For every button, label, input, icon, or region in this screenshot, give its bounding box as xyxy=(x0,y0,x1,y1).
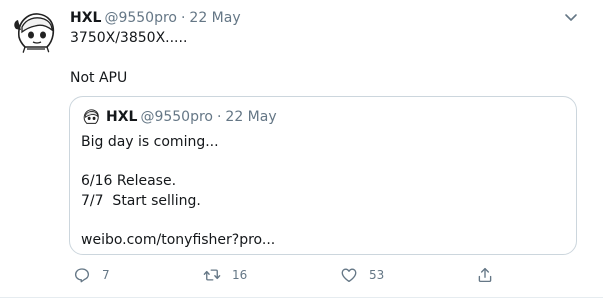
author-handle[interactable]: @9550pro xyxy=(104,10,177,26)
header-separator: · xyxy=(180,10,186,26)
quoted-date: 22 May xyxy=(225,109,277,125)
avatar-anime-girl-icon xyxy=(11,7,60,56)
quoted-text-line: Big day is coming... xyxy=(81,134,219,150)
quoted-tweet[interactable]: HXL @9550pro · 22 May Big day is coming... … xyxy=(69,96,577,255)
like-button[interactable]: 53 xyxy=(340,265,384,285)
share-button[interactable] xyxy=(476,265,494,285)
quoted-author-name: HXL xyxy=(106,109,138,125)
tweet-date[interactable]: 22 May xyxy=(189,10,240,26)
author-name[interactable]: HXL xyxy=(70,10,101,26)
quoted-link[interactable]: weibo.com/tonyfisher?pro... xyxy=(81,231,561,251)
tweet-text-line xyxy=(70,48,570,68)
like-count: 53 xyxy=(369,268,385,282)
reply-icon xyxy=(74,268,90,283)
tweet-text: 3750X/3850X..... Not APU xyxy=(70,28,570,88)
retweet-icon xyxy=(203,269,221,281)
tweet-actions: 7 16 53 xyxy=(70,265,500,285)
author-avatar[interactable] xyxy=(11,7,60,56)
tweet-text-line: Not APU xyxy=(70,70,128,86)
chevron-down-icon xyxy=(565,14,577,21)
reply-count: 7 xyxy=(102,268,110,282)
avatar-anime-girl-icon xyxy=(81,107,101,127)
quoted-text-line: 6/16 Release. xyxy=(81,173,177,189)
quoted-author-handle: @9550pro xyxy=(140,109,213,125)
retweet-count: 16 xyxy=(232,268,248,282)
quoted-separator: · xyxy=(216,109,222,125)
tweet-divider xyxy=(0,297,603,298)
quoted-text: Big day is coming... 6/16 Release. 7/7 S… xyxy=(81,133,561,250)
tweet-text-line: 3750X/3850X..... xyxy=(70,30,188,46)
quoted-text-line xyxy=(81,153,561,173)
quoted-text-line: 7/7 Start selling. xyxy=(81,192,201,209)
tweet-menu-button[interactable] xyxy=(563,9,579,25)
tweet-header: HXL @9550pro · 22 May xyxy=(70,9,241,27)
retweet-button[interactable]: 16 xyxy=(203,265,247,285)
share-icon xyxy=(478,267,492,283)
quoted-header: HXL @9550pro · 22 May xyxy=(106,108,277,126)
quoted-author-avatar xyxy=(81,107,101,127)
heart-icon xyxy=(341,268,357,283)
quoted-text-line xyxy=(81,211,561,231)
reply-button[interactable]: 7 xyxy=(73,265,110,285)
tweet-card: HXL @9550pro · 22 May 3750X/3850X..... Not … xyxy=(0,0,603,302)
